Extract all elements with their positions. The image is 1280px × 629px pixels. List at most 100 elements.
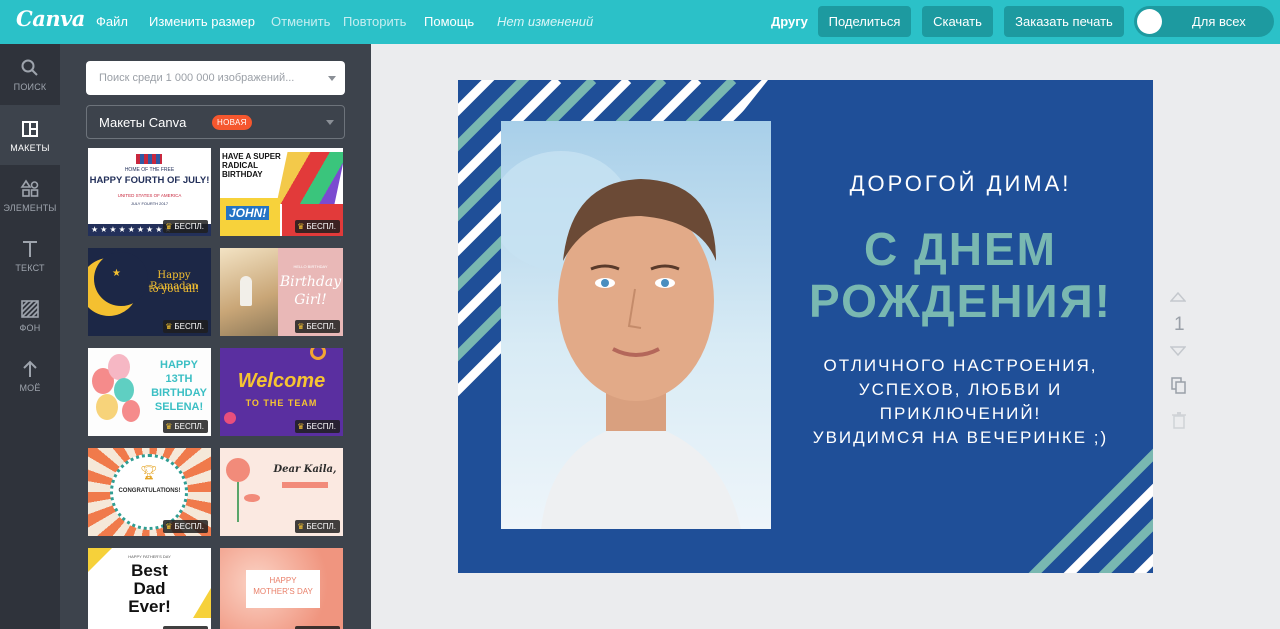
template-text: HAPPY (269, 576, 297, 585)
new-badge: НОВАЯ (212, 115, 252, 130)
elements-icon (20, 179, 39, 197)
star-icon: ★ (112, 268, 121, 279)
order-print-button[interactable]: Заказать печать (1004, 6, 1124, 37)
wish-line-2[interactable]: УСПЕХОВ, ЛЮБВИ И (788, 378, 1133, 402)
template-text: JOHN! (226, 206, 270, 220)
person-portrait (501, 151, 741, 529)
crown-icon: ♛ (297, 522, 305, 531)
menu-undo[interactable]: Отменить (271, 14, 330, 29)
template-text: Best (131, 561, 168, 580)
balloon-graphic (114, 378, 134, 402)
page-number: 1 (1174, 314, 1185, 335)
template-ramadan[interactable]: ★ Happy Ramadan to you all! ♛ БЕСПЛ. (88, 248, 211, 336)
birthday-card-design[interactable]: ДОРОГОЙ ДИМА! С ДНЕМ РОЖДЕНИЯ! ОТЛИЧНОГО… (458, 80, 1153, 573)
rail-item-layouts[interactable]: МАКЕТЫ (0, 105, 60, 165)
template-welcome[interactable]: Welcome TO THE TEAM ♛ БЕСПЛ. (220, 348, 343, 436)
rail-item-uploads[interactable]: МОЁ (0, 345, 60, 405)
wish-line-3[interactable]: ПРИКЛЮЧЕНИЙ! (788, 402, 1133, 426)
crown-icon: ♛ (297, 422, 305, 431)
menu-file[interactable]: Файл (96, 14, 128, 29)
rail-item-background[interactable]: ФОН (0, 285, 60, 345)
template-text: 13TH (165, 373, 193, 385)
text-icon (23, 241, 37, 257)
stripes-graphic (276, 152, 343, 204)
duplicate-page-icon[interactable] (1171, 377, 1187, 395)
chevron-down-icon (326, 120, 334, 125)
template-best-dad[interactable]: HAPPY FATHER'S DAY Best Dad Ever! ♛БЕСПЛ… (88, 548, 211, 629)
template-text: BIRTHDAY (151, 387, 207, 399)
free-badge: ♛БЕСПЛ. (295, 320, 340, 333)
template-text: Ever! (128, 597, 171, 616)
rail-item-text[interactable]: ТЕКСТ (0, 225, 60, 285)
template-text: HELLO BIRTHDAY (293, 264, 328, 269)
layout-filter-select[interactable]: Макеты Canva НОВАЯ (86, 105, 345, 139)
crown-icon: ♛ (297, 222, 305, 231)
free-badge: ♛БЕСПЛ. (295, 220, 340, 233)
menu-help[interactable]: Помощь (424, 14, 474, 29)
template-radical-birthday[interactable]: HAVE A SUPER RADICAL BIRTHDAY JOHN! ♛ БЕС… (220, 148, 343, 236)
template-fourth-of-july[interactable]: HOME OF THE FREE HAPPY FOURTH OF JULY! U… (88, 148, 211, 236)
headline-line-1[interactable]: С ДНЕМ (788, 223, 1133, 275)
filter-value: Макеты Canva (99, 115, 187, 130)
template-text: SELENA! (154, 401, 204, 413)
free-badge: ♛БЕСПЛ. (163, 220, 208, 233)
template-text: Girl! (294, 292, 327, 308)
visibility-toggle[interactable]: Для всех (1134, 6, 1274, 37)
balloon-graphic (122, 400, 140, 422)
rail-label: ФОН (19, 323, 41, 333)
move-page-down-icon[interactable] (1170, 345, 1186, 357)
template-birthday-girl[interactable]: HELLO BIRTHDAY Birthday Girl! ♛ БЕСПЛ. (220, 248, 343, 336)
template-mothers-day[interactable]: HAPPY MOTHER'S DAY ♛БЕСПЛ. (220, 548, 343, 629)
rail-item-elements[interactable]: ЭЛЕМЕНТЫ (0, 165, 60, 225)
template-text: to you all! (148, 284, 200, 295)
template-text: UNITED STATES OF AMERICA (117, 193, 182, 198)
template-text: CONGRATULATIONS! (118, 488, 181, 494)
headline-line-2[interactable]: РОЖДЕНИЯ! (788, 275, 1133, 327)
layouts-icon (22, 121, 38, 137)
trash-icon[interactable] (1172, 412, 1186, 429)
free-badge: ♛БЕСПЛ. (295, 420, 340, 433)
wish-line-1[interactable]: ОТЛИЧНОГО НАСТРОЕНИЯ, (788, 354, 1133, 378)
toggle-knob (1137, 9, 1162, 34)
template-text: TO THE TEAM (245, 398, 318, 408)
rail-label: ЭЛЕМЕНТЫ (3, 203, 57, 213)
free-badge: ♛БЕСПЛ. (163, 420, 208, 433)
rail-label: ПОИСК (13, 82, 47, 92)
template-text: JULY FOURTH 2017 (130, 201, 169, 206)
template-text: HAPPY FATHER'S DAY (128, 554, 171, 559)
rail-item-search[interactable]: ПОИСК (0, 44, 60, 104)
dot-graphic (224, 412, 236, 424)
move-page-up-icon[interactable] (1170, 291, 1186, 303)
free-badge: ♛БЕСПЛ. (163, 520, 208, 533)
greeting-text[interactable]: ДОРОГОЙ ДИМА! (828, 171, 1093, 197)
rail-label: МАКЕТЫ (10, 143, 50, 153)
canva-logo[interactable]: Canva (16, 6, 85, 31)
crown-icon: ♛ (165, 322, 173, 331)
template-text: Dad (133, 579, 166, 598)
search-placeholder: Поиск среди 1 000 000 изображений... (99, 72, 295, 84)
chevron-down-icon[interactable] (328, 76, 336, 81)
template-13th-birthday[interactable]: HAPPY 13TH BIRTHDAY SELENA! ♛ БЕСПЛ. (88, 348, 211, 436)
menu-redo[interactable]: Повторить (343, 14, 406, 29)
upload-icon (23, 360, 37, 377)
portrait-photo[interactable] (501, 121, 771, 529)
balloon-graphic (108, 354, 130, 380)
design-stage: ДОРОГОЙ ДИМА! С ДНЕМ РОЖДЕНИЯ! ОТЛИЧНОГО… (371, 44, 1280, 629)
template-dear-kaila[interactable]: Dear Kaila, ♛ БЕСПЛ. (220, 448, 343, 536)
menu-resize[interactable]: Изменить размер (149, 14, 255, 29)
wish-line-4[interactable]: УВИДИМСЯ НА ВЕЧЕРИНКЕ ;) (788, 426, 1133, 450)
share-button[interactable]: Поделиться (818, 6, 911, 37)
search-icon (21, 59, 38, 76)
left-rail: ПОИСК МАКЕТЫ ЭЛЕМЕНТЫ ТЕКСТ ФОН МОЁ (0, 44, 60, 629)
download-button[interactable]: Скачать (922, 6, 993, 37)
save-status: Нет изменений (497, 14, 594, 29)
crown-icon: ♛ (165, 522, 173, 531)
template-text: Birthday (279, 274, 342, 290)
template-text: MOTHER'S DAY (253, 587, 313, 596)
crown-icon: ♛ (165, 222, 173, 231)
share-with-link[interactable]: Другу (771, 14, 808, 29)
visibility-label: Для всех (1192, 14, 1246, 29)
image-search-input[interactable]: Поиск среди 1 000 000 изображений... (86, 61, 345, 95)
template-congratulations[interactable]: 🏆︎ CONGRATULATIONS! ♛ БЕСПЛ. (88, 448, 211, 536)
ribbon-graphic (282, 482, 328, 488)
